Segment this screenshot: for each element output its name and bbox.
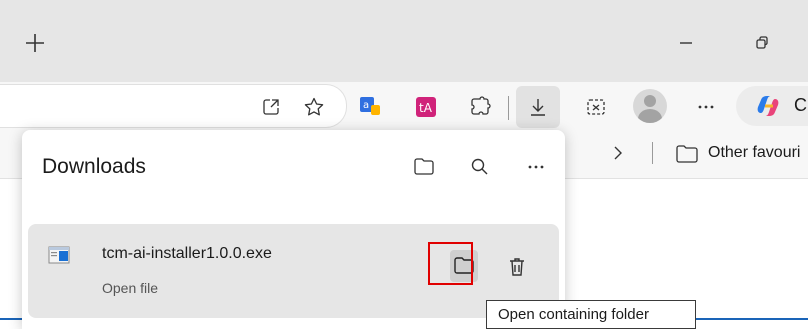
open-file-link[interactable]: Open file [102, 280, 158, 296]
chevron-right-icon[interactable] [606, 140, 630, 166]
favorite-star-icon[interactable] [298, 92, 330, 122]
copilot-label: C [794, 95, 807, 115]
toolbar-separator [508, 96, 509, 120]
open-downloads-folder-icon[interactable] [408, 152, 440, 182]
minimize-icon[interactable] [668, 28, 704, 58]
downloads-more-options-icon[interactable] [520, 152, 552, 182]
text-extension-icon[interactable]: tA [412, 93, 440, 121]
more-options-icon[interactable] [690, 92, 722, 122]
highlight-box [428, 242, 473, 285]
restore-icon[interactable] [744, 28, 780, 58]
extensions-icon[interactable] [464, 92, 496, 122]
copilot-icon[interactable] [752, 91, 784, 121]
exe-file-icon [48, 244, 70, 266]
favorites-separator [652, 142, 653, 164]
tooltip: Open containing folder [486, 300, 696, 329]
profile-avatar-icon[interactable] [633, 89, 667, 123]
downloads-title: Downloads [42, 155, 146, 178]
address-bar[interactable] [0, 84, 347, 128]
search-downloads-icon[interactable] [464, 152, 496, 182]
screenshot-icon[interactable] [580, 92, 612, 122]
new-tab-plus-icon[interactable] [20, 28, 50, 58]
svg-text:tA: tA [419, 101, 433, 115]
other-favorites-label[interactable]: Other favouri [708, 144, 800, 162]
download-item[interactable] [28, 224, 559, 318]
delete-trash-icon[interactable] [502, 252, 532, 282]
folder-icon [672, 141, 702, 167]
open-in-app-icon[interactable] [256, 92, 286, 122]
svg-text:a: a [363, 100, 369, 111]
translate-extension-icon[interactable]: a [356, 93, 384, 121]
download-file-name[interactable]: tcm-ai-installer1.0.0.exe [102, 245, 272, 263]
download-icon[interactable] [516, 86, 560, 128]
